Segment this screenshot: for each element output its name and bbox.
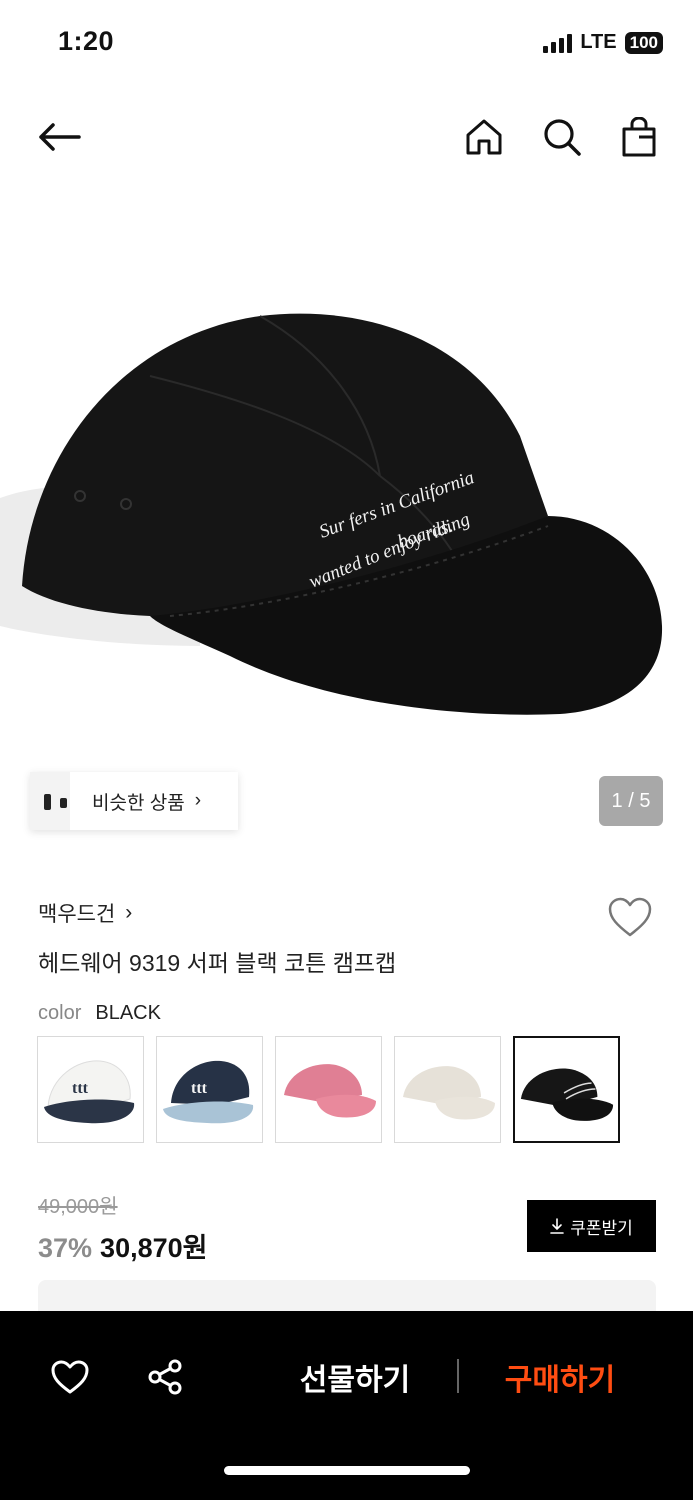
- discount-rate: 37%: [38, 1233, 93, 1263]
- cap-thumbnail: [403, 1066, 495, 1120]
- share-button[interactable]: [139, 1351, 191, 1403]
- svg-text:ttt: ttt: [72, 1080, 89, 1097]
- original-price: 49,000원: [38, 1196, 118, 1218]
- similar-products-label: 비슷한 상품: [92, 792, 185, 814]
- sale-price: 30,870원: [100, 1233, 208, 1263]
- cap-thumbnail: [520, 1068, 614, 1121]
- shopping-bag-icon: [622, 117, 656, 157]
- coupon-label: 쿠폰받기: [570, 1218, 633, 1238]
- buy-button[interactable]: 구매하기: [490, 1351, 630, 1403]
- divider: [457, 1359, 459, 1393]
- cap-thumbnail: [284, 1064, 376, 1118]
- brand-link[interactable]: 맥우드건 ›: [38, 898, 132, 928]
- color-value: BLACK: [95, 1002, 161, 1024]
- color-label: color: [38, 1002, 82, 1024]
- cap-illustration: Sur fers in California wanted to enjoy r…: [0, 313, 663, 715]
- product-title: 헤드웨어 9319 서퍼 블랙 코튼 캠프캡: [38, 950, 397, 976]
- similar-products-button[interactable]: 비슷한 상품 ›: [30, 772, 238, 830]
- product-image[interactable]: Sur fers in California wanted to enjoy r…: [0, 186, 693, 842]
- arrow-left-icon: [39, 123, 81, 151]
- search-icon: [544, 119, 581, 156]
- battery-icon: 100: [624, 31, 663, 54]
- gift-button[interactable]: 선물하기: [285, 1351, 425, 1403]
- color-swatch-black[interactable]: [513, 1036, 620, 1143]
- home-indicator: [224, 1466, 470, 1475]
- wishlist-button[interactable]: [607, 896, 655, 944]
- chevron-right-icon: ›: [125, 901, 133, 924]
- color-swatch-ivory[interactable]: [394, 1036, 501, 1143]
- network-label: LTE: [580, 31, 617, 53]
- status-bar: 1:20 LTE 100: [0, 0, 693, 86]
- signal-icon: [543, 33, 573, 53]
- bag-button[interactable]: [612, 110, 666, 164]
- home-button[interactable]: [457, 110, 511, 164]
- color-swatches: ttt ttt: [37, 1036, 620, 1143]
- color-selector-header: color BLACK: [38, 1002, 161, 1025]
- svg-text:ttt: ttt: [191, 1080, 208, 1097]
- cap-thumbnail: ttt: [44, 1060, 135, 1124]
- color-swatch-white-navy[interactable]: ttt: [37, 1036, 144, 1143]
- home-icon: [466, 119, 502, 155]
- share-icon: [148, 1359, 182, 1395]
- status-indicators: LTE 100: [543, 31, 663, 54]
- price-row: 37% 30,870원: [38, 1226, 207, 1265]
- like-button[interactable]: [44, 1351, 96, 1403]
- back-button[interactable]: [32, 110, 86, 164]
- image-page-counter: 1 / 5: [599, 776, 663, 826]
- color-swatch-navy-lightblue[interactable]: ttt: [156, 1036, 263, 1143]
- top-nav-bar: [0, 100, 693, 174]
- cap-thumbnail: ttt: [163, 1060, 254, 1124]
- similar-thumbnails: [30, 772, 70, 830]
- search-button[interactable]: [535, 110, 589, 164]
- brand-name: 맥우드건: [38, 903, 116, 926]
- color-swatch-pink[interactable]: [275, 1036, 382, 1143]
- heart-icon: [51, 1360, 89, 1394]
- chevron-right-icon: ›: [194, 790, 202, 811]
- heart-icon: [608, 897, 652, 937]
- coupon-button[interactable]: 쿠폰받기: [527, 1200, 656, 1252]
- download-icon: [550, 1218, 565, 1234]
- status-time: 1:20: [58, 26, 115, 56]
